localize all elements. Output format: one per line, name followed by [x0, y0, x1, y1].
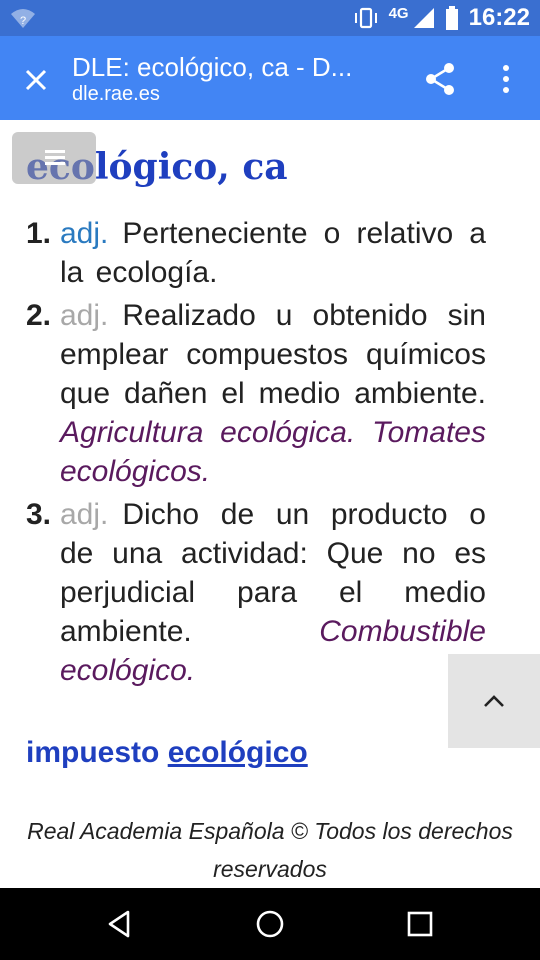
locution: impuesto ecológico: [26, 736, 308, 770]
chevron-up-icon: [484, 695, 504, 707]
back-icon[interactable]: [100, 904, 140, 944]
toolbar-titles: DLE: ecológico, ca - D... dle.rae.es: [72, 52, 402, 106]
entry-body: adj. Perteneciente o relativo a la ecolog…: [58, 214, 486, 292]
navigation-bar: [0, 888, 540, 960]
more-vert-icon[interactable]: [490, 58, 522, 100]
vibrate-icon: [354, 7, 377, 29]
page-url[interactable]: dle.rae.es: [72, 82, 402, 106]
status-bar: ? 4G 16:22: [0, 0, 540, 36]
wifi-icon: ?: [11, 9, 35, 28]
definition-list: 1. adj. Perteneciente o relativo a la eco…: [26, 214, 486, 694]
entry-number: 3.: [26, 498, 52, 531]
custom-tab-toolbar: DLE: ecológico, ca - D... dle.rae.es: [0, 36, 540, 120]
entry-body: adj. Realizado u obtenido sin emplear com…: [58, 296, 486, 491]
abbr-link[interactable]: adj.: [60, 498, 108, 531]
abbr-link[interactable]: adj.: [60, 217, 108, 250]
locution-link[interactable]: ecológico: [168, 736, 308, 769]
recents-icon[interactable]: [400, 904, 440, 944]
battery-icon: [445, 6, 458, 30]
close-icon[interactable]: [14, 58, 58, 102]
home-icon[interactable]: [250, 904, 290, 944]
entry-definition: Realizado u obtenido sin emplear compues…: [60, 299, 486, 410]
entry-body: adj. Dicho de un producto o de una activi…: [58, 495, 486, 690]
wifi-badge: ?: [20, 15, 26, 27]
status-time: 16:22: [468, 4, 530, 31]
abbr-link[interactable]: adj.: [60, 299, 108, 332]
locution-text: impuesto: [26, 736, 160, 769]
page-title: DLE: ecológico, ca - D...: [72, 52, 353, 82]
menu-button[interactable]: [12, 132, 96, 184]
definition-entry: 3. adj. Dicho de un producto o de una act…: [26, 495, 486, 690]
copyright-footer: Real Academia Española © Todos los derec…: [27, 818, 513, 882]
definition-entry: 2. adj. Realizado u obtenido sin emplear …: [26, 296, 486, 491]
entry-number: 2.: [26, 299, 52, 332]
network-type: 4G: [388, 4, 409, 22]
entry-example: Agricultura ecológica. Tomates ecológico…: [60, 416, 486, 488]
scroll-top-button[interactable]: [448, 654, 540, 748]
signal-icon: [413, 8, 434, 28]
entry-definition: Perteneciente o relativo a la ecología.: [60, 217, 486, 289]
share-icon[interactable]: [420, 58, 462, 100]
definition-entry: 1. adj. Perteneciente o relativo a la eco…: [26, 214, 486, 292]
entry-number: 1.: [26, 217, 52, 250]
